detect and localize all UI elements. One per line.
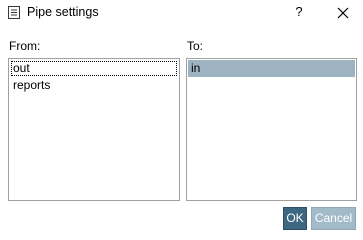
to-list-item-in[interactable]: in — [188, 60, 355, 77]
to-listbox[interactable]: in — [186, 58, 357, 201]
from-list-item-out[interactable]: out — [10, 60, 178, 77]
from-list-item-reports[interactable]: reports — [9, 77, 179, 94]
document-list-icon — [8, 6, 20, 19]
window-title: Pipe settings — [27, 5, 99, 19]
cancel-button[interactable]: Cancel — [311, 207, 356, 230]
from-listbox[interactable]: out reports — [8, 58, 180, 201]
title-bar: Pipe settings ? — [0, 0, 363, 26]
to-label: To: — [187, 39, 204, 53]
close-button[interactable] — [333, 3, 353, 23]
close-icon — [337, 7, 349, 19]
from-label: From: — [9, 39, 41, 53]
ok-button[interactable]: OK — [283, 207, 307, 230]
help-button[interactable]: ? — [289, 2, 309, 22]
